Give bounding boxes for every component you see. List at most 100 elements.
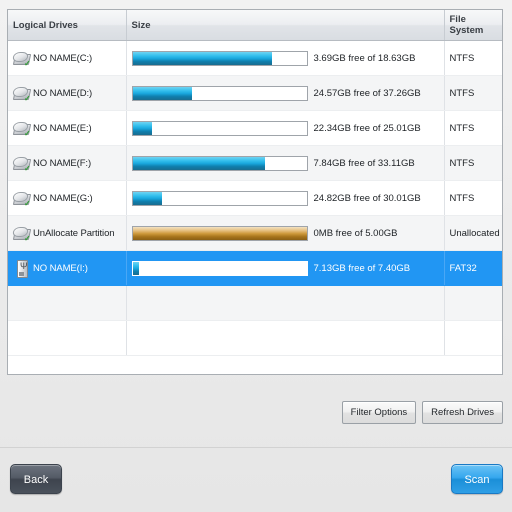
table-row[interactable]: ΨNO NAME(I:) 7.13GB free of 7.40GB FAT32 [8, 250, 502, 286]
empty-cell [8, 320, 127, 356]
capacity-bar-wrapper: 0MB free of 5.00GB [131, 225, 444, 241]
capacity-bar-fill [132, 51, 272, 65]
table-row[interactable]: ✓ NO NAME(D:) 24.57GB free of 37.26GB NTFS [8, 75, 502, 111]
drive-filesystem-cell: NTFS [444, 110, 502, 146]
filesystem-label: FAT32 [449, 262, 477, 274]
table-row[interactable]: ✓ NO NAME(C:) 3.69GB free of 18.63GB NTFS [8, 40, 502, 76]
table-row[interactable]: ✓ NO NAME(F:) 7.84GB free of 33.11GB NTFS [8, 145, 502, 181]
empty-cell [126, 285, 445, 321]
drive-label: NO NAME(I:) [33, 262, 88, 274]
drive-name-cell: ✓ NO NAME(G:) [8, 180, 127, 216]
empty-cell [8, 285, 127, 321]
drive-name-wrapper: ✓ NO NAME(C:) [11, 51, 125, 67]
filesystem-label: NTFS [449, 87, 475, 99]
drive-name-cell: ✓ NO NAME(D:) [8, 75, 127, 111]
capacity-text: 3.69GB free of 18.63GB [313, 52, 416, 64]
empty-cell [444, 285, 502, 321]
usb-drive-icon: Ψ [13, 259, 30, 278]
drive-label: NO NAME(E:) [33, 122, 92, 134]
capacity-text: 24.82GB free of 30.01GB [313, 192, 421, 204]
drive-size-cell: 7.84GB free of 33.11GB [126, 145, 445, 181]
drive-label: NO NAME(G:) [33, 192, 93, 204]
drive-size-cell: 24.82GB free of 30.01GB [126, 180, 445, 216]
capacity-bar-fill [132, 86, 192, 100]
drive-name-wrapper: ✓ NO NAME(F:) [11, 156, 125, 172]
hard-disk-icon: ✓ [11, 226, 32, 242]
capacity-bar-wrapper: 22.34GB free of 25.01GB [131, 120, 444, 136]
capacity-bar-wrapper: 24.57GB free of 37.26GB [131, 85, 444, 101]
capacity-bar-fill [132, 226, 307, 240]
scan-button[interactable]: Scan [451, 464, 503, 494]
drive-label: UnAllocate Partition [33, 227, 115, 239]
capacity-bar [131, 260, 308, 276]
drive-name-wrapper: ✓ NO NAME(G:) [11, 191, 125, 207]
back-button[interactable]: Back [10, 464, 62, 494]
drives-table: Logical Drives Size File System ✓ NO NAME… [8, 10, 502, 356]
table-row[interactable]: ✓ UnAllocate Partition 0MB free of 5.00GB U… [8, 215, 502, 251]
capacity-text: 24.57GB free of 37.26GB [313, 87, 421, 99]
capacity-text: 22.34GB free of 25.01GB [313, 122, 421, 134]
table-row-empty [8, 320, 502, 356]
list-actions-bar: Filter Options Refresh Drives [341, 401, 503, 424]
capacity-bar [131, 85, 308, 101]
hard-disk-icon: ✓ [11, 191, 32, 207]
drive-filesystem-cell: Unallocated [444, 215, 502, 251]
filesystem-label: Unallocated [449, 227, 500, 239]
drive-name-wrapper: ✓ UnAllocate Partition [11, 226, 125, 242]
drive-name-wrapper: ✓ NO NAME(D:) [11, 86, 125, 102]
drives-list-panel[interactable]: Logical Drives Size File System ✓ NO NAME… [7, 9, 503, 375]
capacity-bar-wrapper: 3.69GB free of 18.63GB [131, 50, 444, 66]
empty-cell [126, 320, 445, 356]
filesystem-label: NTFS [449, 122, 475, 134]
app-window: Logical Drives Size File System ✓ NO NAME… [0, 0, 512, 512]
refresh-drives-button[interactable]: Refresh Drives [422, 401, 503, 424]
capacity-bar [131, 190, 308, 206]
drive-name-cell: ✓ NO NAME(E:) [8, 110, 127, 146]
hard-disk-icon: ✓ [11, 86, 32, 102]
drive-filesystem-cell: NTFS [444, 75, 502, 111]
drive-name-cell: ✓ NO NAME(F:) [8, 145, 127, 181]
column-header-logical-drives[interactable]: Logical Drives [8, 10, 127, 41]
drive-size-cell: 24.57GB free of 37.26GB [126, 75, 445, 111]
drive-filesystem-cell: FAT32 [444, 250, 502, 286]
hard-disk-icon: ✓ [11, 121, 32, 137]
drive-name-wrapper: ✓ NO NAME(E:) [11, 121, 125, 137]
capacity-bar [131, 155, 308, 171]
table-row-empty [8, 285, 502, 321]
drive-size-cell: 7.13GB free of 7.40GB [126, 250, 445, 286]
column-header-file-system[interactable]: File System [444, 10, 502, 41]
drive-filesystem-cell: NTFS [444, 180, 502, 216]
drive-label: NO NAME(C:) [33, 52, 93, 64]
capacity-bar [131, 50, 308, 66]
table-body: ✓ NO NAME(C:) 3.69GB free of 18.63GB NTFS ✓ N… [8, 40, 502, 356]
capacity-bar-wrapper: 24.82GB free of 30.01GB [131, 190, 444, 206]
capacity-bar [131, 225, 308, 241]
drive-size-cell: 3.69GB free of 18.63GB [126, 40, 445, 76]
table-header-row: Logical Drives Size File System [8, 10, 502, 41]
column-header-size[interactable]: Size [126, 10, 445, 41]
capacity-text: 7.13GB free of 7.40GB [313, 262, 411, 274]
empty-cell [444, 320, 502, 356]
hard-disk-icon: ✓ [11, 156, 32, 172]
drive-name-wrapper: ΨNO NAME(I:) [13, 259, 125, 278]
filesystem-label: NTFS [449, 52, 475, 64]
capacity-bar [131, 120, 308, 136]
hard-disk-icon: ✓ [11, 51, 32, 67]
filter-options-button[interactable]: Filter Options [341, 401, 417, 424]
filesystem-label: NTFS [449, 157, 475, 169]
drive-name-cell: ✓ NO NAME(C:) [8, 40, 127, 76]
drive-label: NO NAME(D:) [33, 87, 93, 99]
drive-name-cell: ✓ UnAllocate Partition [8, 215, 127, 251]
drive-label: NO NAME(F:) [33, 157, 92, 169]
capacity-bar-wrapper: 7.84GB free of 33.11GB [131, 155, 444, 171]
table-row[interactable]: ✓ NO NAME(E:) 22.34GB free of 25.01GB NTFS [8, 110, 502, 146]
drive-size-cell: 22.34GB free of 25.01GB [126, 110, 445, 146]
capacity-text: 0MB free of 5.00GB [313, 227, 398, 239]
drive-filesystem-cell: NTFS [444, 145, 502, 181]
table-row[interactable]: ✓ NO NAME(G:) 24.82GB free of 30.01GB NTFS [8, 180, 502, 216]
drive-filesystem-cell: NTFS [444, 40, 502, 76]
capacity-bar-fill [132, 261, 140, 275]
drive-size-cell: 0MB free of 5.00GB [126, 215, 445, 251]
filesystem-label: NTFS [449, 192, 475, 204]
capacity-bar-fill [132, 191, 163, 205]
